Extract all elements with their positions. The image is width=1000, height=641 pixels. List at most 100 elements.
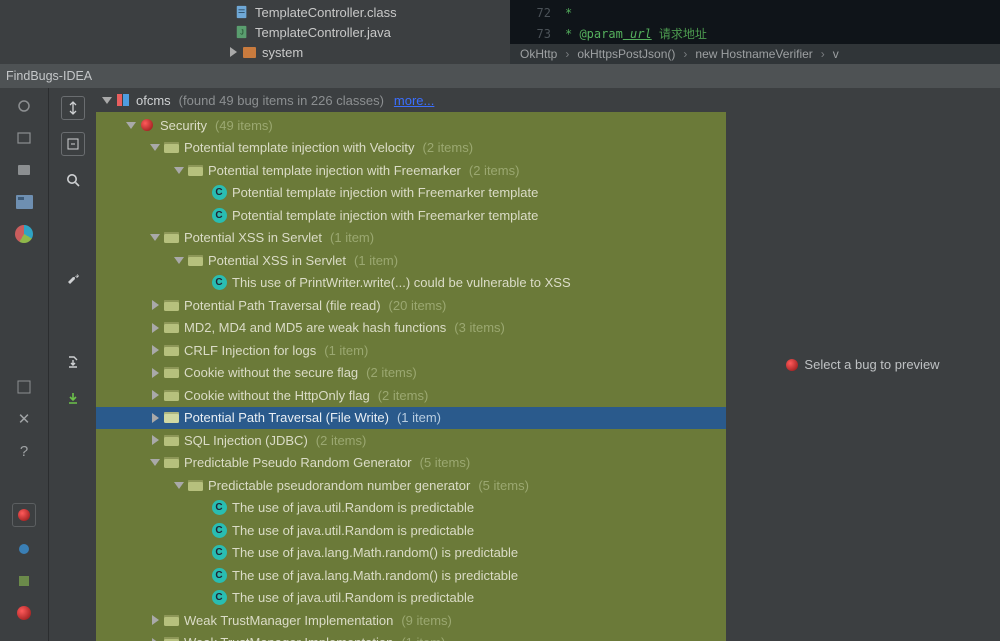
chevron-right-icon [152, 413, 159, 423]
toolwindow-title-text: FindBugs-IDEA [6, 69, 92, 83]
folder-icon [164, 390, 179, 401]
tool-icon[interactable] [14, 571, 34, 591]
chevron-down-icon [150, 234, 160, 241]
node-label: Potential XSS in Servlet [208, 253, 346, 268]
node-label: Potential template injection with Freema… [232, 185, 538, 200]
editor-right: 72 * 73 * @param url 请求地址 OkHttp› okHttp… [510, 0, 1000, 64]
bug-icon[interactable] [12, 503, 36, 527]
folder-system[interactable]: system [230, 42, 510, 62]
node-label: Predictable pseudorandom number generato… [208, 478, 470, 493]
tree-pane[interactable]: ofcms (found 49 bug items in 226 classes… [96, 88, 726, 641]
tree-node-xss[interactable]: Potential XSS in Servlet(1 item) [96, 227, 726, 250]
node-label: Weak TrustManager Implementation [184, 613, 393, 628]
chevron-right-icon [152, 390, 159, 400]
crumb[interactable]: v [833, 47, 839, 61]
tree-node-ch[interactable]: Cookie without the HttpOnly flag(2 items… [96, 384, 726, 407]
node-label: Cookie without the HttpOnly flag [184, 388, 370, 403]
tree-node-r3[interactable]: CThe use of java.lang.Math.random() is p… [96, 542, 726, 565]
close-icon[interactable]: ✕ [14, 409, 34, 429]
tree-node-ptr[interactable]: Potential Path Traversal (file read)(20 … [96, 294, 726, 317]
pie-chart-icon[interactable] [14, 224, 34, 244]
tool-icon[interactable] [14, 377, 34, 397]
tree-node-prg[interactable]: Predictable Pseudo Random Generator(5 it… [96, 452, 726, 475]
node-count: (1 item) [397, 410, 441, 425]
file-label: TemplateController.java [255, 25, 391, 40]
tree-node-fm2[interactable]: CPotential template injection with Freem… [96, 204, 726, 227]
tree-node-r4[interactable]: CThe use of java.lang.Math.random() is p… [96, 564, 726, 587]
crumb[interactable]: OkHttp [520, 47, 557, 61]
node-label: Potential Path Traversal (file read) [184, 298, 381, 313]
collapse-tree-button[interactable] [61, 132, 85, 156]
help-icon[interactable]: ? [14, 441, 34, 461]
chevron-right-icon [152, 323, 159, 333]
node-label: Cookie without the secure flag [184, 365, 358, 380]
chevron-right-icon [152, 368, 159, 378]
folder-icon [188, 165, 203, 176]
tree-node-r2[interactable]: CThe use of java.util.Random is predicta… [96, 519, 726, 542]
crumb[interactable]: okHttpsPostJson() [577, 47, 675, 61]
folder-icon [243, 47, 256, 58]
left-sidebar: ✕ ? [0, 88, 48, 641]
folder-icon [164, 367, 179, 378]
line-number: 73 [510, 27, 565, 41]
chevron-down-icon [174, 257, 184, 264]
folder-icon [164, 300, 179, 311]
bug-red-icon[interactable] [14, 603, 34, 623]
more-link[interactable]: more... [394, 93, 434, 108]
tree-node-ptw[interactable]: Potential Path Traversal (File Write)(1 … [96, 407, 726, 430]
tree-node-tm[interactable]: Weak TrustManager Implementation (9 items… [96, 609, 726, 632]
expand-icon [230, 47, 237, 57]
download-icon[interactable] [61, 386, 85, 410]
folder-label: system [262, 45, 303, 60]
tree-node-cs[interactable]: Cookie without the secure flag (2 items) [96, 362, 726, 385]
tool-icon[interactable] [14, 539, 34, 559]
tree-node-crlf[interactable]: CRLF Injection for logs(1 item) [96, 339, 726, 362]
node-label: Predictable Pseudo Random Generator [184, 455, 412, 470]
tree-node-freemarker[interactable]: Potential template injection with Freema… [96, 159, 726, 182]
file-class[interactable]: TemplateController.class [235, 2, 510, 22]
tree-root[interactable]: ofcms (found 49 bug items in 226 classes… [96, 88, 726, 112]
node-label: Potential XSS in Servlet [184, 230, 322, 245]
folder-icon [164, 637, 179, 641]
node-label: Potential template injection with Freema… [232, 208, 538, 223]
chevron-right-icon: › [683, 47, 687, 61]
chevron-down-icon [174, 167, 184, 174]
node-count: (9 items) [401, 613, 452, 628]
root-label: ofcms [136, 93, 171, 108]
tree-node-fm1[interactable]: CPotential template injection with Freem… [96, 182, 726, 205]
folder-icon [164, 615, 179, 626]
chevron-down-icon [150, 144, 160, 151]
wrench-icon[interactable] [61, 266, 85, 290]
node-label: SQL Injection (JDBC) [184, 433, 308, 448]
tree-node-security[interactable]: Security (49 items) [96, 114, 726, 137]
node-count: (2 items) [366, 365, 417, 380]
node-label: Potential template injection with Veloci… [184, 140, 415, 155]
export-icon[interactable] [61, 350, 85, 374]
crumb[interactable]: new HostnameVerifier [695, 47, 812, 61]
tree-node-r5[interactable]: CThe use of java.util.Random is predicta… [96, 587, 726, 610]
expand-tree-button[interactable] [61, 96, 85, 120]
tree-node-tm2[interactable]: Weak TrustManager Implementation(1 item) [96, 632, 726, 641]
code-text: * @param url 请求地址 [565, 25, 707, 42]
node-label: Security [160, 118, 207, 133]
file-java[interactable]: J TemplateController.java [235, 22, 510, 42]
chevron-right-icon [152, 300, 159, 310]
node-count: (1 item) [354, 253, 398, 268]
tool-icon[interactable] [14, 192, 34, 212]
folder-icon [164, 142, 179, 153]
tool-icon[interactable] [14, 128, 34, 148]
tree-node-sql[interactable]: SQL Injection (JDBC) (2 items) [96, 429, 726, 452]
node-count: (3 items) [454, 320, 505, 335]
tree-node-velocity[interactable]: Potential template injection with Veloci… [96, 137, 726, 160]
tree-node-xss2[interactable]: Potential XSS in Servlet (1 item) [96, 249, 726, 272]
tree-node-prg2[interactable]: Predictable pseudorandom number generato… [96, 474, 726, 497]
search-icon[interactable] [61, 168, 85, 192]
chevron-down-icon [174, 482, 184, 489]
tool-icon[interactable] [14, 96, 34, 116]
breadcrumb: OkHttp› okHttpsPostJson()› new HostnameV… [510, 44, 1000, 64]
tool-icon[interactable] [14, 160, 34, 180]
tree-node-r1[interactable]: CThe use of java.util.Random is predicta… [96, 497, 726, 520]
tree-node-xssL[interactable]: CThis use of PrintWriter.write(...) coul… [96, 272, 726, 295]
node-count: (2 items) [316, 433, 367, 448]
tree-node-md[interactable]: MD2, MD4 and MD5 are weak hash functions… [96, 317, 726, 340]
